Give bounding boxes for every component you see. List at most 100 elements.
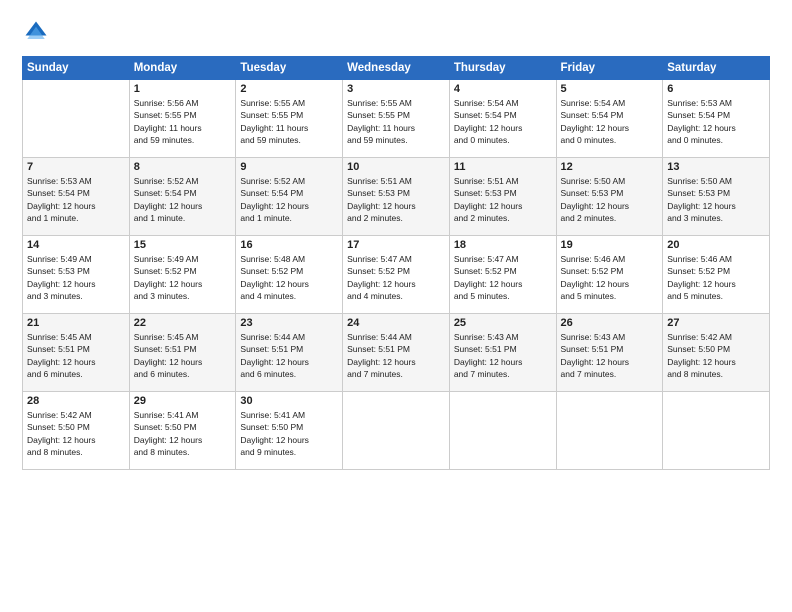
day-cell: 30 Sunrise: 5:41 AMSunset: 5:50 PMDayligh… <box>236 392 343 470</box>
day-info: Sunrise: 5:49 AMSunset: 5:53 PMDaylight:… <box>27 253 125 302</box>
day-info: Sunrise: 5:56 AMSunset: 5:55 PMDaylight:… <box>134 97 232 146</box>
day-number: 6 <box>667 83 765 95</box>
day-cell: 15Sunrise: 5:49 AMSunset: 5:52 PMDayligh… <box>129 236 236 314</box>
day-number: 15 <box>134 239 232 251</box>
col-header-monday: Monday <box>129 57 236 80</box>
day-info: Sunrise: 5:51 AMSunset: 5:53 PMDaylight:… <box>454 175 552 224</box>
day-cell <box>556 392 663 470</box>
calendar-page: SundayMondayTuesdayWednesdayThursdayFrid… <box>0 0 792 612</box>
day-cell: 1 Sunrise: 5:56 AMSunset: 5:55 PMDaylight… <box>129 80 236 158</box>
week-row-1: 1 Sunrise: 5:56 AMSunset: 5:55 PMDaylight… <box>23 80 770 158</box>
week-row-2: 7Sunrise: 5:53 AMSunset: 5:54 PMDaylight… <box>23 158 770 236</box>
day-info: Sunrise: 5:41 AMSunset: 5:50 PMDaylight:… <box>134 409 232 458</box>
day-cell: 3 Sunrise: 5:55 AMSunset: 5:55 PMDaylight… <box>343 80 450 158</box>
day-cell: 10 Sunrise: 5:51 AMSunset: 5:53 PMDayligh… <box>343 158 450 236</box>
day-number: 27 <box>667 317 765 329</box>
day-info: Sunrise: 5:50 AMSunset: 5:53 PMDaylight:… <box>667 175 765 224</box>
logo <box>22 18 54 46</box>
day-cell: 5 Sunrise: 5:54 AMSunset: 5:54 PMDaylight… <box>556 80 663 158</box>
day-info: Sunrise: 5:43 AMSunset: 5:51 PMDaylight:… <box>454 331 552 380</box>
day-cell: 20 Sunrise: 5:46 AMSunset: 5:52 PMDayligh… <box>663 236 770 314</box>
day-number: 14 <box>27 239 125 251</box>
day-cell <box>663 392 770 470</box>
day-cell: 13 Sunrise: 5:50 AMSunset: 5:53 PMDayligh… <box>663 158 770 236</box>
day-cell: 2Sunrise: 5:55 AMSunset: 5:55 PMDaylight… <box>236 80 343 158</box>
day-number: 12 <box>561 161 659 173</box>
day-number: 16 <box>240 239 338 251</box>
day-info: Sunrise: 5:52 AMSunset: 5:54 PMDaylight:… <box>134 175 232 224</box>
day-cell: 29 Sunrise: 5:41 AMSunset: 5:50 PMDayligh… <box>129 392 236 470</box>
day-number: 30 <box>240 395 338 407</box>
day-info: Sunrise: 5:46 AMSunset: 5:52 PMDaylight:… <box>561 253 659 302</box>
week-row-3: 14 Sunrise: 5:49 AMSunset: 5:53 PMDayligh… <box>23 236 770 314</box>
calendar-header-row: SundayMondayTuesdayWednesdayThursdayFrid… <box>23 57 770 80</box>
day-number: 7 <box>27 161 125 173</box>
day-number: 1 <box>134 83 232 95</box>
day-cell: 18 Sunrise: 5:47 AMSunset: 5:52 PMDayligh… <box>449 236 556 314</box>
col-header-friday: Friday <box>556 57 663 80</box>
day-cell <box>23 80 130 158</box>
day-number: 3 <box>347 83 445 95</box>
logo-icon <box>22 18 50 46</box>
day-number: 29 <box>134 395 232 407</box>
day-info: Sunrise: 5:52 AMSunset: 5:54 PMDaylight:… <box>240 175 338 224</box>
day-info: Sunrise: 5:48 AMSunset: 5:52 PMDaylight:… <box>240 253 338 302</box>
day-number: 5 <box>561 83 659 95</box>
day-number: 17 <box>347 239 445 251</box>
day-number: 24 <box>347 317 445 329</box>
day-number: 20 <box>667 239 765 251</box>
day-number: 11 <box>454 161 552 173</box>
day-cell: 6 Sunrise: 5:53 AMSunset: 5:54 PMDaylight… <box>663 80 770 158</box>
day-info: Sunrise: 5:45 AMSunset: 5:51 PMDaylight:… <box>27 331 125 380</box>
day-cell: 26 Sunrise: 5:43 AMSunset: 5:51 PMDayligh… <box>556 314 663 392</box>
col-header-thursday: Thursday <box>449 57 556 80</box>
day-cell <box>343 392 450 470</box>
day-cell: 28 Sunrise: 5:42 AMSunset: 5:50 PMDayligh… <box>23 392 130 470</box>
day-cell: 11 Sunrise: 5:51 AMSunset: 5:53 PMDayligh… <box>449 158 556 236</box>
col-header-wednesday: Wednesday <box>343 57 450 80</box>
day-cell: 25 Sunrise: 5:43 AMSunset: 5:51 PMDayligh… <box>449 314 556 392</box>
day-info: Sunrise: 5:54 AMSunset: 5:54 PMDaylight:… <box>561 97 659 146</box>
day-info: Sunrise: 5:41 AMSunset: 5:50 PMDaylight:… <box>240 409 338 458</box>
day-number: 13 <box>667 161 765 173</box>
day-cell: 27 Sunrise: 5:42 AMSunset: 5:50 PMDayligh… <box>663 314 770 392</box>
day-info: Sunrise: 5:47 AMSunset: 5:52 PMDaylight:… <box>347 253 445 302</box>
day-cell: 22Sunrise: 5:45 AMSunset: 5:51 PMDayligh… <box>129 314 236 392</box>
calendar-table: SundayMondayTuesdayWednesdayThursdayFrid… <box>22 56 770 470</box>
day-number: 26 <box>561 317 659 329</box>
day-number: 25 <box>454 317 552 329</box>
day-cell: 7Sunrise: 5:53 AMSunset: 5:54 PMDaylight… <box>23 158 130 236</box>
day-number: 10 <box>347 161 445 173</box>
col-header-saturday: Saturday <box>663 57 770 80</box>
header <box>22 18 770 46</box>
day-info: Sunrise: 5:44 AMSunset: 5:51 PMDaylight:… <box>240 331 338 380</box>
day-info: Sunrise: 5:46 AMSunset: 5:52 PMDaylight:… <box>667 253 765 302</box>
col-header-sunday: Sunday <box>23 57 130 80</box>
day-cell: 21 Sunrise: 5:45 AMSunset: 5:51 PMDayligh… <box>23 314 130 392</box>
day-number: 21 <box>27 317 125 329</box>
day-info: Sunrise: 5:42 AMSunset: 5:50 PMDaylight:… <box>667 331 765 380</box>
day-info: Sunrise: 5:53 AMSunset: 5:54 PMDaylight:… <box>667 97 765 146</box>
day-cell <box>449 392 556 470</box>
day-number: 22 <box>134 317 232 329</box>
day-info: Sunrise: 5:51 AMSunset: 5:53 PMDaylight:… <box>347 175 445 224</box>
day-number: 9 <box>240 161 338 173</box>
day-cell: 16 Sunrise: 5:48 AMSunset: 5:52 PMDayligh… <box>236 236 343 314</box>
day-info: Sunrise: 5:44 AMSunset: 5:51 PMDaylight:… <box>347 331 445 380</box>
day-info: Sunrise: 5:47 AMSunset: 5:52 PMDaylight:… <box>454 253 552 302</box>
day-number: 8 <box>134 161 232 173</box>
day-number: 28 <box>27 395 125 407</box>
day-cell: 4Sunrise: 5:54 AMSunset: 5:54 PMDaylight… <box>449 80 556 158</box>
day-cell: 23Sunrise: 5:44 AMSunset: 5:51 PMDayligh… <box>236 314 343 392</box>
day-info: Sunrise: 5:42 AMSunset: 5:50 PMDaylight:… <box>27 409 125 458</box>
day-cell: 14 Sunrise: 5:49 AMSunset: 5:53 PMDayligh… <box>23 236 130 314</box>
day-info: Sunrise: 5:43 AMSunset: 5:51 PMDaylight:… <box>561 331 659 380</box>
day-cell: 19Sunrise: 5:46 AMSunset: 5:52 PMDayligh… <box>556 236 663 314</box>
day-cell: 8 Sunrise: 5:52 AMSunset: 5:54 PMDaylight… <box>129 158 236 236</box>
day-info: Sunrise: 5:55 AMSunset: 5:55 PMDaylight:… <box>347 97 445 146</box>
day-number: 2 <box>240 83 338 95</box>
day-number: 18 <box>454 239 552 251</box>
day-cell: 9 Sunrise: 5:52 AMSunset: 5:54 PMDaylight… <box>236 158 343 236</box>
week-row-4: 21 Sunrise: 5:45 AMSunset: 5:51 PMDayligh… <box>23 314 770 392</box>
day-cell: 12Sunrise: 5:50 AMSunset: 5:53 PMDayligh… <box>556 158 663 236</box>
